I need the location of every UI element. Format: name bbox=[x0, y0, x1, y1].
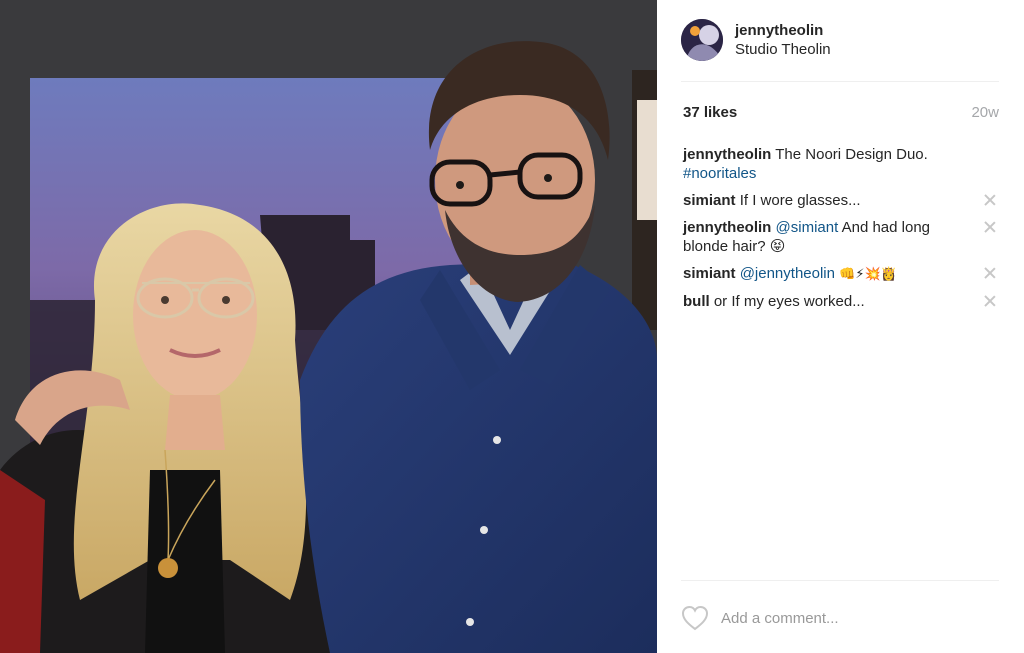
delete-comment-icon[interactable] bbox=[983, 220, 997, 234]
comment-item: simiant @jennytheolin 👊⚡💥👸 bbox=[683, 264, 999, 284]
comment-text: 👊⚡💥👸 bbox=[839, 267, 897, 282]
post-meta: 37 likes 20w bbox=[683, 104, 999, 121]
delete-comment-icon[interactable] bbox=[983, 266, 997, 280]
caption-username[interactable]: jennytheolin bbox=[683, 146, 771, 163]
caption-hashtag[interactable]: #nooritales bbox=[683, 165, 756, 182]
delete-comment-icon[interactable] bbox=[983, 294, 997, 308]
comment-item: jennytheolin @simiant And had long blond… bbox=[683, 218, 999, 256]
comment-text: or If my eyes worked... bbox=[713, 293, 865, 310]
likes-count[interactable]: 37 likes bbox=[683, 104, 737, 121]
post-age[interactable]: 20w bbox=[971, 104, 999, 121]
comment-username[interactable]: simiant bbox=[683, 265, 736, 282]
post-location[interactable]: Studio Theolin bbox=[735, 40, 831, 59]
post-details-panel: jennytheolin Studio Theolin 37 likes 20w… bbox=[657, 0, 1024, 653]
comment-mention[interactable]: @jennytheolin bbox=[740, 265, 835, 282]
caption-text: The Noori Design Duo. bbox=[775, 146, 928, 163]
comment-username[interactable]: bull bbox=[683, 293, 710, 310]
comment-item: simiant If I wore glasses... bbox=[683, 191, 999, 210]
comment-text: If I wore glasses... bbox=[739, 192, 861, 209]
comment-item: bull or If my eyes worked... bbox=[683, 292, 999, 311]
post-header: jennytheolin Studio Theolin bbox=[681, 16, 999, 64]
comment-list: jennytheolin The Noori Design Duo. #noor… bbox=[683, 145, 999, 319]
author-username[interactable]: jennytheolin bbox=[735, 21, 831, 40]
footer-divider bbox=[681, 580, 999, 581]
comment-username[interactable]: simiant bbox=[683, 192, 736, 209]
post-card: jennytheolin Studio Theolin 37 likes 20w… bbox=[0, 0, 1024, 653]
delete-comment-icon[interactable] bbox=[983, 193, 997, 207]
photo-image bbox=[0, 0, 657, 653]
add-comment-input[interactable] bbox=[721, 609, 991, 627]
avatar-icon[interactable] bbox=[681, 19, 723, 61]
post-caption: jennytheolin The Noori Design Duo. #noor… bbox=[683, 145, 999, 183]
comment-mention[interactable]: @simiant bbox=[776, 219, 839, 236]
post-photo[interactable] bbox=[0, 0, 657, 653]
comment-username[interactable]: jennytheolin bbox=[683, 219, 771, 236]
like-heart-icon[interactable] bbox=[681, 605, 709, 631]
header-divider bbox=[681, 81, 999, 82]
header-text: jennytheolin Studio Theolin bbox=[735, 21, 831, 59]
comment-bar bbox=[681, 600, 999, 636]
